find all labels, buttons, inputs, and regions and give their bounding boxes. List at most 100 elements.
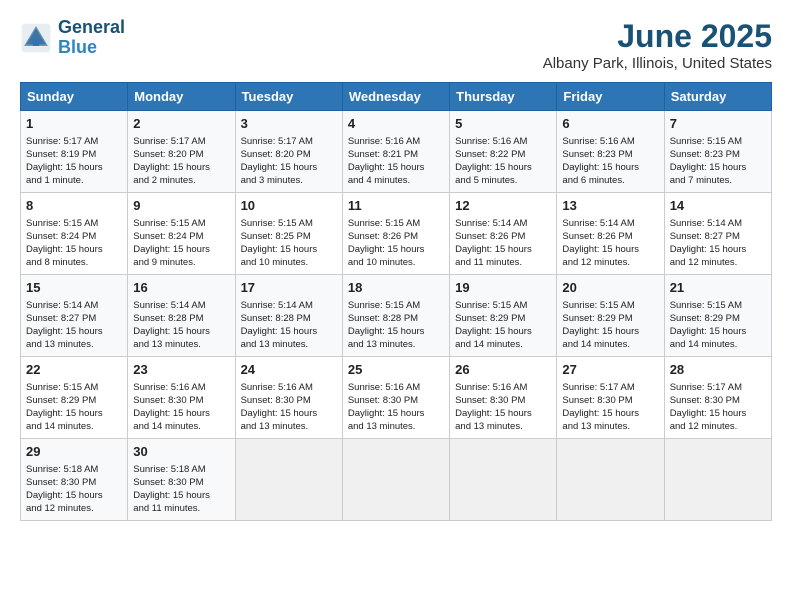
day-number: 10 xyxy=(241,197,337,215)
calendar-day-cell xyxy=(235,439,342,521)
calendar-day-cell: 6 Sunrise: 5:16 AM Sunset: 8:23 PM Daylig… xyxy=(557,111,664,193)
day-info: Sunrise: 5:17 AM Sunset: 8:30 PM Dayligh… xyxy=(562,381,658,433)
day-info: Sunrise: 5:15 AM Sunset: 8:29 PM Dayligh… xyxy=(670,299,766,351)
calendar-day-cell: 4 Sunrise: 5:16 AM Sunset: 8:21 PM Daylig… xyxy=(342,111,449,193)
day-number: 20 xyxy=(562,279,658,297)
day-number: 19 xyxy=(455,279,551,297)
calendar-day-cell: 7 Sunrise: 5:15 AM Sunset: 8:23 PM Daylig… xyxy=(664,111,771,193)
calendar-day-cell: 15 Sunrise: 5:14 AM Sunset: 8:27 PM Dayli… xyxy=(21,275,128,357)
calendar-table: SundayMondayTuesdayWednesdayThursdayFrid… xyxy=(20,82,772,521)
calendar-day-cell: 18Sunrise: 5:15 AM Sunset: 8:28 PM Dayli… xyxy=(342,275,449,357)
calendar-day-cell xyxy=(342,439,449,521)
day-number: 29 xyxy=(26,443,122,461)
calendar-week-row: 22 Sunrise: 5:15 AM Sunset: 8:29 PM Dayli… xyxy=(21,357,772,439)
calendar-day-cell: 9 Sunrise: 5:15 AM Sunset: 8:24 PM Daylig… xyxy=(128,193,235,275)
calendar-day-cell: 23 Sunrise: 5:16 AM Sunset: 8:30 PM Dayli… xyxy=(128,357,235,439)
day-info: Sunrise: 5:17 AM Sunset: 8:20 PM Dayligh… xyxy=(241,135,337,187)
day-info: Sunrise: 5:16 AM Sunset: 8:30 PM Dayligh… xyxy=(241,381,337,433)
day-info: Sunrise: 5:16 AM Sunset: 8:21 PM Dayligh… xyxy=(348,135,444,187)
day-info: Sunrise: 5:16 AM Sunset: 8:30 PM Dayligh… xyxy=(133,381,229,433)
day-number: 12 xyxy=(455,197,551,215)
day-info: Sunrise: 5:16 AM Sunset: 8:22 PM Dayligh… xyxy=(455,135,551,187)
calendar-week-row: 29 Sunrise: 5:18 AM Sunset: 8:30 PM Dayli… xyxy=(21,439,772,521)
day-info: Sunrise: 5:15 AM Sunset: 8:23 PM Dayligh… xyxy=(670,135,766,187)
calendar-day-cell: 25Sunrise: 5:16 AM Sunset: 8:30 PM Dayli… xyxy=(342,357,449,439)
calendar-day-cell: 28 Sunrise: 5:17 AM Sunset: 8:30 PM Dayli… xyxy=(664,357,771,439)
title-block: June 2025 Albany Park, Illinois, United … xyxy=(543,18,772,72)
main-title: June 2025 xyxy=(543,18,772,55)
day-number: 14 xyxy=(670,197,766,215)
day-info: Sunrise: 5:15 AM Sunset: 8:24 PM Dayligh… xyxy=(133,217,229,269)
calendar-day-cell xyxy=(664,439,771,521)
calendar-day-cell: 13Sunrise: 5:14 AM Sunset: 8:26 PM Dayli… xyxy=(557,193,664,275)
day-info: Sunrise: 5:14 AM Sunset: 8:28 PM Dayligh… xyxy=(133,299,229,351)
calendar-header-day: Wednesday xyxy=(342,83,449,111)
day-info: Sunrise: 5:18 AM Sunset: 8:30 PM Dayligh… xyxy=(26,463,122,515)
calendar-day-cell: 14 Sunrise: 5:14 AM Sunset: 8:27 PM Dayli… xyxy=(664,193,771,275)
day-info: Sunrise: 5:14 AM Sunset: 8:27 PM Dayligh… xyxy=(26,299,122,351)
calendar-header-day: Sunday xyxy=(21,83,128,111)
calendar-week-row: 8 Sunrise: 5:15 AM Sunset: 8:24 PM Daylig… xyxy=(21,193,772,275)
day-number: 21 xyxy=(670,279,766,297)
calendar-day-cell: 29 Sunrise: 5:18 AM Sunset: 8:30 PM Dayli… xyxy=(21,439,128,521)
day-info: Sunrise: 5:15 AM Sunset: 8:29 PM Dayligh… xyxy=(26,381,122,433)
calendar-day-cell: 8Sunrise: 5:15 AM Sunset: 8:24 PM Daylig… xyxy=(21,193,128,275)
calendar-header-day: Monday xyxy=(128,83,235,111)
day-info: Sunrise: 5:15 AM Sunset: 8:26 PM Dayligh… xyxy=(348,217,444,269)
calendar-day-cell: 11 Sunrise: 5:15 AM Sunset: 8:26 PM Dayli… xyxy=(342,193,449,275)
calendar-week-row: 1 Sunrise: 5:17 AM Sunset: 8:19 PM Daylig… xyxy=(21,111,772,193)
day-info: Sunrise: 5:18 AM Sunset: 8:30 PM Dayligh… xyxy=(133,463,229,515)
calendar-day-cell: 1 Sunrise: 5:17 AM Sunset: 8:19 PM Daylig… xyxy=(21,111,128,193)
day-number: 11 xyxy=(348,197,444,215)
day-info: Sunrise: 5:14 AM Sunset: 8:28 PM Dayligh… xyxy=(241,299,337,351)
calendar-day-cell: 5 Sunrise: 5:16 AM Sunset: 8:22 PM Daylig… xyxy=(450,111,557,193)
calendar-day-cell: 19 Sunrise: 5:15 AM Sunset: 8:29 PM Dayli… xyxy=(450,275,557,357)
day-info: Sunrise: 5:16 AM Sunset: 8:23 PM Dayligh… xyxy=(562,135,658,187)
calendar-day-cell: 10 Sunrise: 5:15 AM Sunset: 8:25 PM Dayli… xyxy=(235,193,342,275)
day-number: 9 xyxy=(133,197,229,215)
day-info: Sunrise: 5:14 AM Sunset: 8:27 PM Dayligh… xyxy=(670,217,766,269)
day-info: Sunrise: 5:15 AM Sunset: 8:29 PM Dayligh… xyxy=(455,299,551,351)
calendar-header-day: Tuesday xyxy=(235,83,342,111)
day-number: 30 xyxy=(133,443,229,461)
calendar-day-cell: 21 Sunrise: 5:15 AM Sunset: 8:29 PM Dayli… xyxy=(664,275,771,357)
day-info: Sunrise: 5:17 AM Sunset: 8:19 PM Dayligh… xyxy=(26,135,122,187)
calendar-day-cell: 27 Sunrise: 5:17 AM Sunset: 8:30 PM Dayli… xyxy=(557,357,664,439)
calendar-header-day: Thursday xyxy=(450,83,557,111)
day-number: 15 xyxy=(26,279,122,297)
day-number: 22 xyxy=(26,361,122,379)
calendar-header-row: SundayMondayTuesdayWednesdayThursdayFrid… xyxy=(21,83,772,111)
day-number: 4 xyxy=(348,115,444,133)
day-info: Sunrise: 5:14 AM Sunset: 8:26 PM Dayligh… xyxy=(455,217,551,269)
day-number: 7 xyxy=(670,115,766,133)
page: General Blue June 2025 Albany Park, Illi… xyxy=(0,0,792,612)
calendar-day-cell: 12 Sunrise: 5:14 AM Sunset: 8:26 PM Dayli… xyxy=(450,193,557,275)
calendar-day-cell: 24Sunrise: 5:16 AM Sunset: 8:30 PM Dayli… xyxy=(235,357,342,439)
calendar-day-cell: 26Sunrise: 5:16 AM Sunset: 8:30 PM Dayli… xyxy=(450,357,557,439)
day-number: 5 xyxy=(455,115,551,133)
day-number: 16 xyxy=(133,279,229,297)
day-number: 28 xyxy=(670,361,766,379)
day-number: 6 xyxy=(562,115,658,133)
calendar-day-cell: 2Sunrise: 5:17 AM Sunset: 8:20 PM Daylig… xyxy=(128,111,235,193)
day-number: 23 xyxy=(133,361,229,379)
day-number: 1 xyxy=(26,115,122,133)
calendar-day-cell: 16 Sunrise: 5:14 AM Sunset: 8:28 PM Dayli… xyxy=(128,275,235,357)
logo-text: General Blue xyxy=(58,18,125,58)
calendar-day-cell xyxy=(557,439,664,521)
subtitle: Albany Park, Illinois, United States xyxy=(543,55,772,72)
logo-icon xyxy=(20,22,52,54)
day-number: 8 xyxy=(26,197,122,215)
day-info: Sunrise: 5:15 AM Sunset: 8:29 PM Dayligh… xyxy=(562,299,658,351)
day-number: 27 xyxy=(562,361,658,379)
calendar-day-cell: 3Sunrise: 5:17 AM Sunset: 8:20 PM Daylig… xyxy=(235,111,342,193)
day-number: 2 xyxy=(133,115,229,133)
day-info: Sunrise: 5:17 AM Sunset: 8:30 PM Dayligh… xyxy=(670,381,766,433)
calendar-header-day: Friday xyxy=(557,83,664,111)
day-info: Sunrise: 5:15 AM Sunset: 8:25 PM Dayligh… xyxy=(241,217,337,269)
day-info: Sunrise: 5:16 AM Sunset: 8:30 PM Dayligh… xyxy=(455,381,551,433)
day-number: 18 xyxy=(348,279,444,297)
calendar-header-day: Saturday xyxy=(664,83,771,111)
calendar-day-cell xyxy=(450,439,557,521)
calendar-day-cell: 20 Sunrise: 5:15 AM Sunset: 8:29 PM Dayli… xyxy=(557,275,664,357)
